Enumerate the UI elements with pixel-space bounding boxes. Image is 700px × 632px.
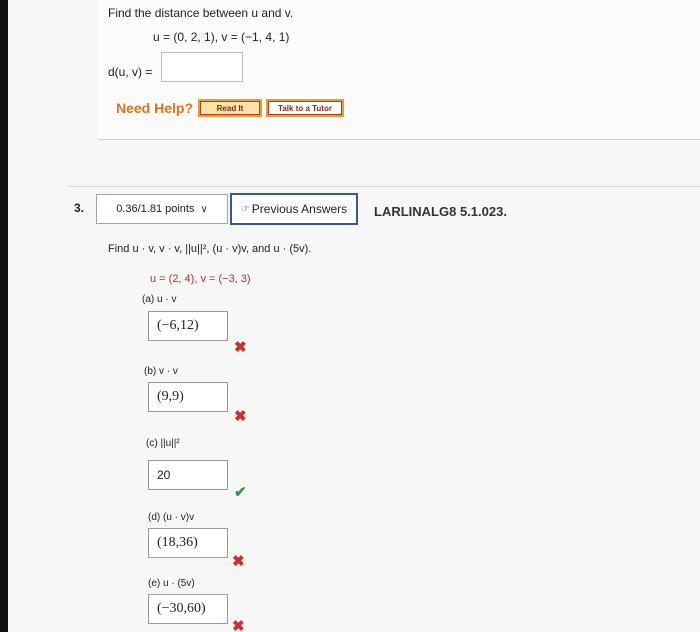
part-e-answer[interactable]: (−30,60) [148, 594, 228, 624]
wrong-icon: ✖ [234, 339, 247, 356]
hand-cursor-icon: ☞ [240, 203, 250, 215]
part-c-answer[interactable]: 20 [148, 460, 228, 490]
part-c-label: (c) ||u||² [146, 438, 180, 449]
vector-values: u = (2, 4), v = (−3, 3) [150, 273, 251, 285]
question-number: 3. [74, 201, 85, 215]
previous-answers-label: Previous Answers [251, 202, 348, 216]
wrong-icon: ✖ [232, 618, 245, 632]
question-prompt: Find u · v, v · v, ||u||², (u · v)v, and… [108, 243, 312, 255]
vector-values: u = (0, 2, 1), v = (−1, 4, 1) [153, 30, 290, 44]
chevron-down-icon: ∨ [200, 203, 208, 215]
wrong-icon: ✖ [232, 553, 245, 570]
previous-answers-button[interactable]: ☞ Previous Answers [230, 193, 358, 225]
need-help-label: Need Help? [116, 100, 194, 116]
distance-label: d(u, v) = [108, 65, 153, 79]
part-b-label: (b) v · v [144, 366, 178, 377]
read-it-button[interactable]: Read It [198, 99, 262, 117]
correct-icon: ✔ [234, 484, 247, 501]
part-d-answer[interactable]: (18,36) [148, 528, 228, 558]
part-b-answer[interactable]: (9,9) [148, 382, 228, 412]
distance-problem: Find the distance between u and v. u = (… [98, 0, 700, 140]
question-text: Find the distance between u and v. [108, 6, 294, 20]
part-a-label: (a) u · v [142, 294, 177, 305]
part-d-label: (d) (u · v)v [148, 512, 195, 523]
points-dropdown[interactable]: 0.36/1.81 points ∨ [96, 194, 228, 224]
wrong-icon: ✖ [234, 408, 247, 425]
talk-to-tutor-button[interactable]: Talk to a Tutor [266, 99, 344, 117]
problem-code: LARLINALG8 5.1.023. [374, 204, 507, 219]
part-a-answer[interactable]: (−6,12) [148, 311, 228, 341]
webassign-page: Find the distance between u and v. u = (… [8, 0, 700, 632]
part-e-label: (e) u · (5v) [148, 578, 195, 589]
points-text: 0.36/1.81 points [116, 203, 195, 215]
section-divider [68, 186, 700, 187]
monitor-bezel [0, 0, 8, 632]
distance-answer-input[interactable] [161, 52, 243, 82]
